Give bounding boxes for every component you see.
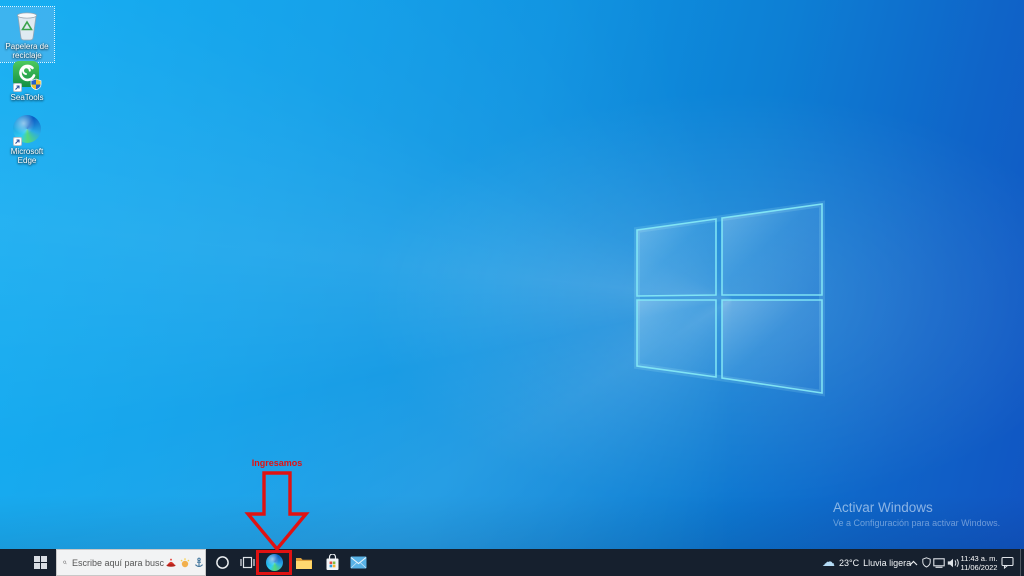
hat-icon (166, 558, 176, 567)
microsoft-store-icon (326, 554, 338, 570)
chevron-up-icon (909, 560, 917, 565)
taskbar: ☁ 23°C Lluvia ligera (0, 549, 1024, 576)
cortana-button[interactable] (210, 549, 234, 576)
action-center-button[interactable] (998, 549, 1016, 576)
celebration-icon (180, 557, 190, 567)
clock-date: 11/06/2022 (960, 562, 998, 572)
desktop-icon-label: SeaTools (10, 93, 44, 102)
weather-description: Lluvia ligera (863, 557, 912, 568)
task-view-icon (239, 556, 255, 569)
tray-overflow-button[interactable] (906, 549, 920, 576)
desktop-icon-seatools[interactable]: SeaTools (0, 58, 54, 104)
windows-start-icon (33, 556, 47, 569)
task-view-button[interactable] (236, 549, 258, 576)
clock-time: 11:43 a. m. (960, 553, 998, 563)
anchor-icon (195, 557, 203, 567)
action-center-icon (1000, 556, 1014, 569)
network-button[interactable] (932, 549, 946, 576)
tray-security-button[interactable] (920, 549, 932, 576)
taskbar-search-box[interactable] (56, 549, 206, 576)
file-explorer-icon (296, 557, 312, 569)
weather-cloud-icon: ☁ (822, 555, 835, 570)
desktop-icon-recycle-bin[interactable]: Papelera de reciclaje (0, 6, 55, 63)
edge-icon (265, 554, 283, 571)
recycle-bin-icon (17, 12, 37, 41)
search-icon (63, 560, 67, 565)
mail-button[interactable] (346, 549, 370, 576)
shortcut-arrow-icon (13, 83, 22, 92)
desktop-icon-microsoft-edge[interactable]: Microsoft Edge (0, 113, 54, 167)
cortana-icon (215, 556, 229, 569)
windows-desktop: Papelera de reciclaje SeaTools Microsoft… (0, 0, 1024, 576)
weather-widget[interactable]: ☁ 23°C Lluvia ligera (822, 549, 911, 576)
show-desktop-button[interactable] (1020, 549, 1024, 576)
volume-icon (947, 558, 959, 567)
weather-temperature: 23°C (839, 557, 860, 568)
network-icon (933, 557, 945, 568)
mail-icon (350, 556, 366, 569)
taskbar-clock[interactable]: 11:43 a. m. 11/06/2022 (960, 549, 998, 576)
desktop-icon-label: Microsoft Edge (10, 147, 44, 165)
file-explorer-button[interactable] (292, 549, 316, 576)
store-button[interactable] (320, 549, 344, 576)
shield-icon (921, 557, 931, 568)
start-button[interactable] (24, 549, 56, 576)
search-highlights[interactable] (165, 557, 205, 569)
shortcut-arrow-icon (13, 137, 22, 146)
volume-button[interactable] (946, 549, 960, 576)
windows-logo-wallpaper (634, 200, 825, 397)
wallpaper (0, 0, 1024, 576)
search-input[interactable] (72, 557, 164, 568)
taskbar-edge-button[interactable] (259, 549, 289, 576)
